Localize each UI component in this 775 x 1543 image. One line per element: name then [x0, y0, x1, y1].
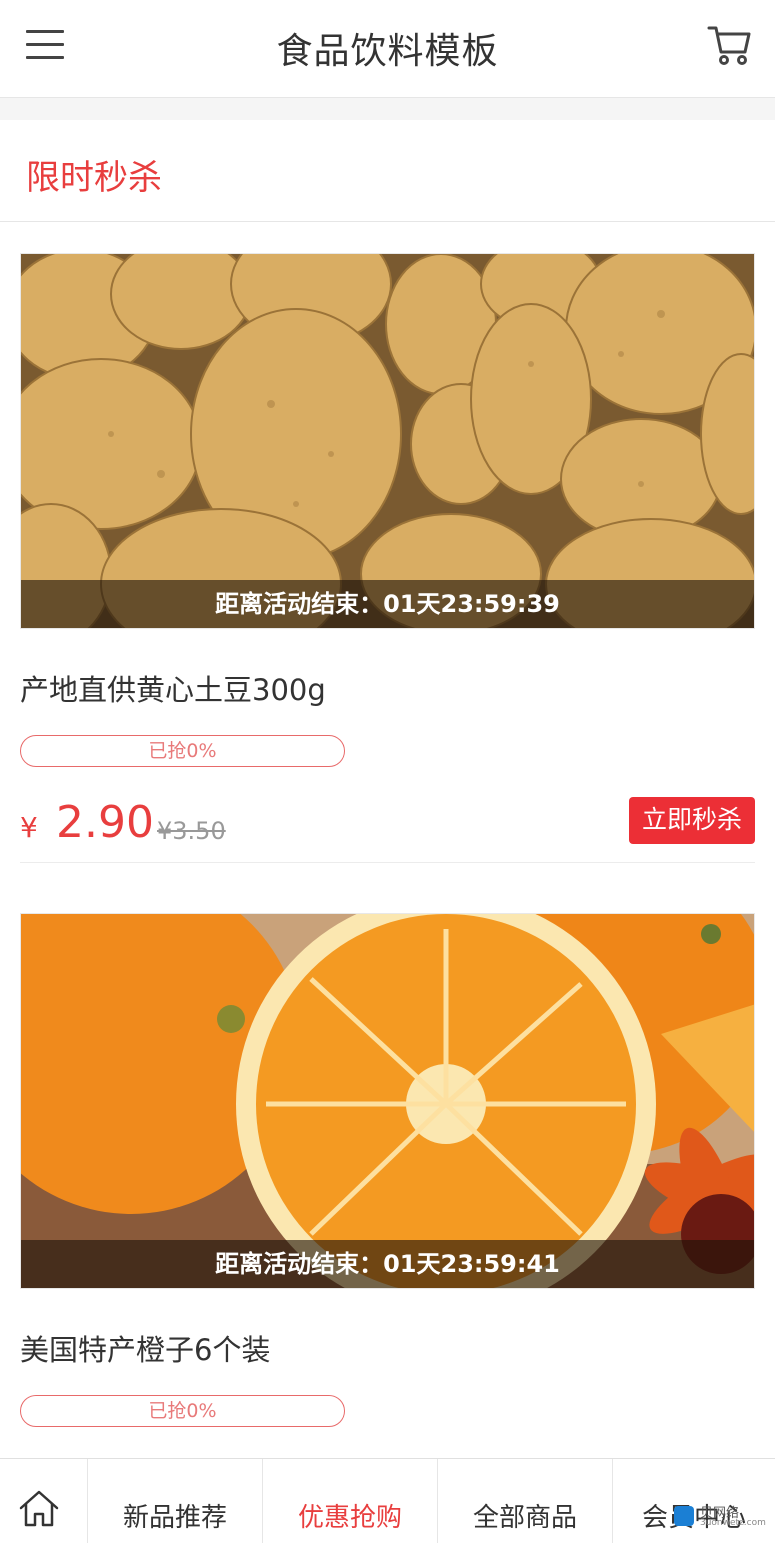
price-row: ¥ 2.90 ¥3.50 立即秒杀	[20, 797, 755, 863]
flash-sale-header: 限时秒杀	[0, 120, 775, 222]
original-price: ¥3.50	[157, 817, 226, 845]
page-title: 食品饮料模板	[276, 31, 499, 72]
watermark-subtext: 3uonwetz.com	[700, 1518, 766, 1528]
page: 食品饮料模板 限时秒杀 距离活动结束：01天23:59:39 产地直供黄心土豆3…	[0, 0, 775, 1543]
buy-now-button[interactable]: 立即秒杀	[629, 797, 755, 844]
watermark-icon	[674, 1506, 694, 1526]
product-card[interactable]: 距离活动结束：01天23:59:39 产地直供黄心土豆300g 已抢0% ¥ 2…	[20, 253, 755, 863]
nav-all-products[interactable]: 全部商品	[438, 1459, 613, 1543]
countdown-timer: 距离活动结束：01天23:59:41	[21, 1240, 754, 1288]
countdown-timer: 距离活动结束：01天23:59:39	[21, 580, 754, 628]
watermark-logo: 贝网络 3uonwetz.com	[670, 1500, 770, 1534]
section-title: 限时秒杀	[26, 158, 162, 198]
nav-promotions[interactable]: 优惠抢购	[263, 1459, 438, 1543]
product-image-potato[interactable]: 距离活动结束：01天23:59:39	[20, 253, 755, 629]
nav-new-products[interactable]: 新品推荐	[88, 1459, 263, 1543]
product-name[interactable]: 产地直供黄心土豆300g	[20, 667, 755, 707]
cart-icon[interactable]	[707, 22, 751, 66]
divider-bar	[0, 98, 775, 120]
bottom-nav: 新品推荐 优惠抢购 全部商品 会员中心	[0, 1458, 775, 1543]
sold-progress: 已抢0%	[20, 1395, 345, 1427]
sold-progress: 已抢0%	[20, 735, 345, 767]
home-icon[interactable]	[0, 1459, 88, 1543]
sale-price: 2.90	[56, 797, 154, 848]
product-card[interactable]: 距离活动结束：01天23:59:41 美国特产橙子6个装 已抢0%	[20, 913, 755, 1427]
product-name[interactable]: 美国特产橙子6个装	[20, 1327, 755, 1367]
top-bar: 食品饮料模板	[0, 0, 775, 98]
currency-symbol: ¥	[20, 811, 38, 844]
product-image-orange[interactable]: 距离活动结束：01天23:59:41	[20, 913, 755, 1289]
